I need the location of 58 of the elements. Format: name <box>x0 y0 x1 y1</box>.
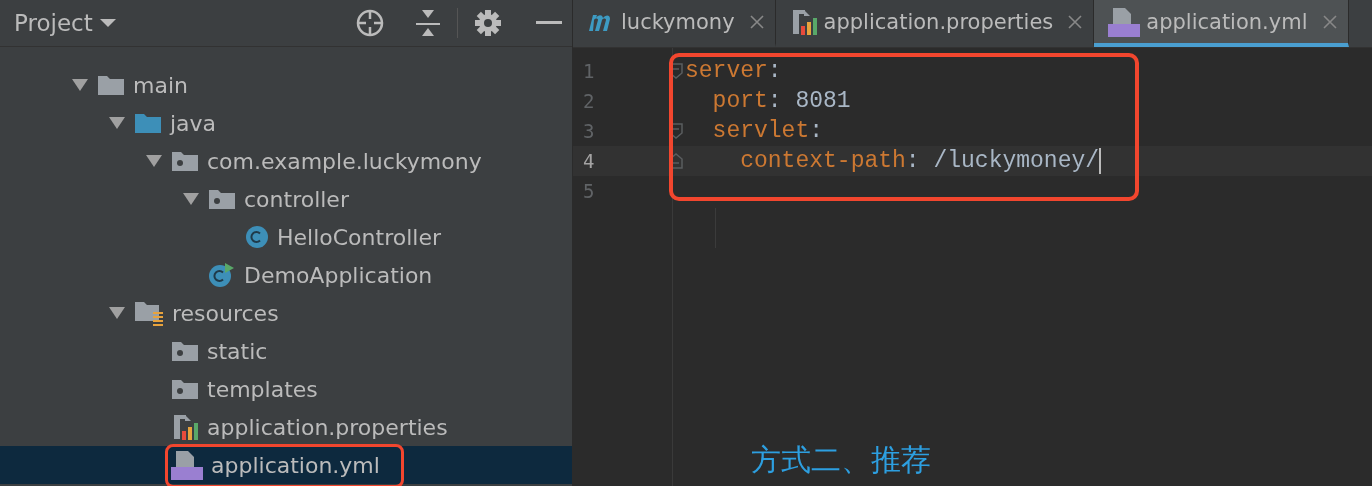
collapse-all-icon[interactable] <box>415 8 441 38</box>
tree-item-label: java <box>170 110 217 136</box>
dropdown-caret-icon[interactable] <box>98 18 117 28</box>
annotation-text: 方式二、推荐 <box>751 441 931 479</box>
yml-file-icon <box>171 450 203 480</box>
properties-file-icon <box>171 413 199 441</box>
tree-row[interactable]: DemoApplication <box>0 256 572 294</box>
class-icon <box>208 262 236 288</box>
close-icon[interactable] <box>748 13 765 30</box>
tree-row[interactable]: resources <box>0 294 572 332</box>
tree-row[interactable]: templates <box>0 370 572 408</box>
close-icon[interactable] <box>1067 13 1084 30</box>
expanded-arrow-icon[interactable] <box>145 154 163 168</box>
tree-item-label: resources <box>172 300 279 326</box>
expanded-arrow-icon[interactable] <box>182 192 200 206</box>
tree-item-label: templates <box>207 376 318 402</box>
package-folder-icon <box>171 340 199 362</box>
yml-file-icon <box>1108 6 1141 37</box>
class-icon <box>245 225 269 249</box>
panel-title: Project <box>14 10 93 36</box>
tree-item-label: DemoApplication <box>244 262 433 288</box>
tree-row[interactable]: com.example.luckymony <box>0 142 572 180</box>
tree-row[interactable]: controller <box>0 180 572 218</box>
code-line: server: <box>685 58 782 84</box>
line-number: 1 <box>582 60 596 82</box>
code-line: context-path: /luckymoney/ <box>739 148 1102 174</box>
folder-icon <box>134 112 162 134</box>
code-line: port: 8081 <box>711 88 851 114</box>
expanded-arrow-icon[interactable] <box>108 116 126 130</box>
tree-row[interactable]: HelloController <box>0 218 572 256</box>
tree-row[interactable]: java <box>0 104 572 142</box>
tree-item-label: application.yml <box>211 452 380 478</box>
editor-tab[interactable]: application.yml <box>1094 0 1349 47</box>
tree-row[interactable]: main <box>0 66 572 104</box>
line-number: 3 <box>582 120 596 142</box>
line-number: 5 <box>582 180 596 202</box>
tree-row[interactable]: application.properties <box>0 408 572 446</box>
tree-item-label: HelloController <box>277 224 441 250</box>
package-folder-icon <box>171 150 199 172</box>
line-number: 2 <box>582 90 596 112</box>
minimize-icon[interactable] <box>536 21 562 25</box>
package-folder-icon <box>171 378 199 400</box>
expanded-arrow-icon[interactable] <box>71 78 89 92</box>
tree-item-label: static <box>207 338 268 364</box>
tree-item-label: main <box>133 72 188 98</box>
resource-folder-icon <box>134 300 164 326</box>
tree-item-label: application.properties <box>207 414 448 440</box>
tree-item-label: controller <box>244 186 349 212</box>
tree-item-label: com.example.luckymony <box>207 148 482 174</box>
expanded-arrow-icon[interactable] <box>108 306 126 320</box>
folder-icon <box>97 74 125 96</box>
code-line: servlet: <box>711 118 824 144</box>
tree-row[interactable]: application.yml <box>0 446 572 484</box>
close-icon[interactable] <box>1321 13 1338 30</box>
package-folder-icon <box>208 188 236 210</box>
locate-icon[interactable] <box>355 8 385 38</box>
tree-row[interactable]: static <box>0 332 572 370</box>
line-number: 4 <box>582 150 596 172</box>
